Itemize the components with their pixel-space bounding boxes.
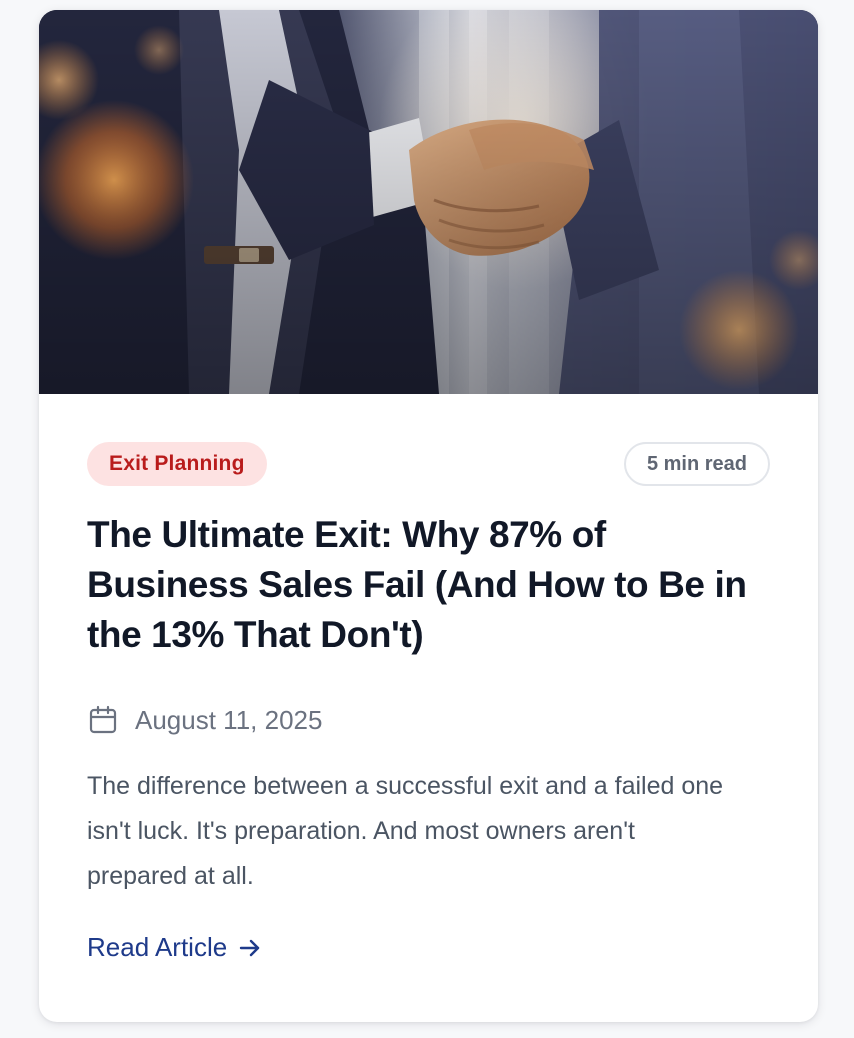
card-body: Exit Planning 5 min read The Ultimate Ex… xyxy=(87,442,770,963)
read-article-link[interactable]: Read Article xyxy=(87,932,263,963)
calendar-icon xyxy=(89,705,117,734)
article-excerpt: The difference between a successful exit… xyxy=(87,772,724,890)
date-text: August 11, 2025 xyxy=(135,704,323,735)
meta-row: Exit Planning 5 min read xyxy=(87,442,770,486)
article-title[interactable]: The Ultimate Exit: Why 87% of Business S… xyxy=(87,510,770,660)
arrow-right-icon xyxy=(239,939,260,956)
category-badge[interactable]: Exit Planning xyxy=(87,442,267,486)
article-card[interactable]: Exit Planning 5 min read The Ultimate Ex… xyxy=(39,10,818,1022)
read-article-label: Read Article xyxy=(87,932,228,962)
publish-date: August 11, 2025 xyxy=(87,700,770,740)
read-time-badge: 5 min read xyxy=(623,442,770,486)
hero-image-handshake xyxy=(39,10,818,394)
